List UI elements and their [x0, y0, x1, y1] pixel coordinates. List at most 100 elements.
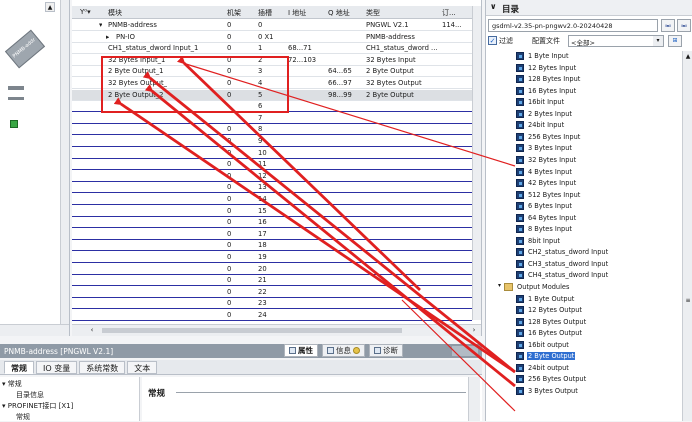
tab-info[interactable]: 信息 [322, 344, 365, 357]
tab-diagnostics[interactable]: 诊断 [369, 344, 403, 357]
col-rack[interactable]: 机架 [227, 8, 241, 18]
catalog-search-input[interactable]: gsdml-v2.35-pn-pngwv2.0-20240428 [488, 19, 658, 32]
profile-select-value: <全部> [571, 39, 595, 47]
table-row[interactable]: 0 10 [72, 148, 472, 159]
table-row[interactable]: 0 12 [72, 171, 472, 182]
scrollbar[interactable] [60, 0, 69, 336]
tree-node-general[interactable]: ▾ 常规 [2, 379, 22, 389]
col-order[interactable]: 订... [442, 8, 456, 18]
tab-properties[interactable]: 属性 [284, 344, 318, 357]
profile-select[interactable]: <全部> ▾ [568, 35, 664, 47]
info-badge-icon [353, 347, 360, 354]
scroll-up-arrow-icon[interactable]: ▲ [45, 2, 55, 12]
table-row[interactable]: 0 23 [72, 298, 472, 310]
filter-settings-icon[interactable]: ⊞ [668, 35, 682, 47]
table-row[interactable]: 0 16 [72, 217, 472, 229]
subtab-texts[interactable]: 文本 [127, 361, 158, 374]
table-row[interactable]: 0 24 [72, 310, 472, 321]
table-row[interactable]: 0 22 [72, 287, 472, 298]
properties-subtabs: 常规 IO 变量 系统常数 文本 [0, 360, 482, 375]
filter-checkbox[interactable]: ✓ [488, 36, 497, 45]
scroll-left-arrow-icon[interactable]: ‹ [88, 326, 96, 335]
table-row[interactable]: PN-IO 0 0 X1 PNMB-address ▸ [72, 32, 472, 43]
rack-module-icon[interactable] [8, 97, 24, 100]
catalog-folder-label: Output Modules [517, 283, 570, 291]
cell-type: 32 Bytes Input [366, 55, 416, 64]
device-image[interactable]: PNMB-addr [4, 29, 46, 69]
catalog-item-label: CH3_status_dword Input [528, 259, 609, 268]
filter-row: ✓ 过滤 配置文件 <全部> ▾ ⊞ [488, 35, 691, 48]
table-row[interactable]: 7 [72, 113, 472, 124]
tree-node-catalog-info[interactable]: 目录信息 [16, 390, 44, 400]
table-row[interactable]: 0 20 [72, 264, 472, 275]
table-row[interactable]: 08 [72, 124, 472, 136]
collapse-icon[interactable]: ▾ [99, 21, 102, 29]
table-row[interactable]: 0 13 [72, 182, 472, 194]
device-view-pane: ▲ PNMB-addr [0, 0, 70, 336]
module-icon [516, 63, 524, 72]
cell-order: 114... [442, 21, 462, 29]
table-row[interactable]: 0 15 [72, 206, 472, 217]
cell-rack: 0 [227, 125, 232, 134]
vertical-scrollbar[interactable] [468, 377, 480, 421]
cell-slot: 14 [258, 195, 267, 203]
cell-rack: 0 [227, 21, 232, 29]
table-row[interactable]: 0 11 [72, 159, 472, 171]
col-module[interactable]: 模块 [108, 8, 122, 18]
vertical-scrollbar[interactable] [472, 6, 481, 320]
table-row[interactable]: 0 14 [72, 194, 472, 205]
status-ok-icon [10, 120, 18, 128]
col-i-address[interactable]: I 地址 [288, 8, 306, 18]
collapse-icon[interactable]: ▾ [498, 282, 501, 289]
catalog-title[interactable]: ∨ 目录 [486, 0, 692, 16]
module-icon [516, 329, 524, 338]
tab-properties-label: 属性 [298, 346, 313, 355]
cell-q-address: 98...99 [328, 90, 352, 99]
table-row[interactable]: 0 17 [72, 229, 472, 240]
cell-rack: 0 [227, 287, 232, 296]
catalog-scrollbar[interactable]: ▲ ≡ [682, 51, 692, 421]
scroll-thumb[interactable] [102, 328, 402, 333]
table-row[interactable]: CH1_status_dword Input_1 0 1 68...71 CH1_sta… [72, 43, 472, 55]
horizontal-scrollbar[interactable] [0, 324, 69, 336]
horizontal-scrollbar[interactable]: ‹ › [72, 324, 481, 336]
catalog-item-label: 24bit Input [528, 121, 565, 130]
table-row[interactable]: 0 19 [72, 252, 472, 263]
cell-rack: 0 [227, 241, 232, 250]
catalog-item-label: 42 Bytes Input [528, 179, 577, 188]
col-type[interactable]: 类型 [366, 8, 380, 18]
table-row[interactable]: 0 21 [72, 275, 472, 287]
tab-info-label: 信息 [336, 346, 351, 355]
table-row[interactable]: 0 18 [72, 240, 472, 252]
filter-icon[interactable]: Y⁰▾ [80, 8, 91, 16]
search-catalog-next-icon[interactable]: ᵢₙᵢ [677, 19, 691, 32]
scroll-up-arrow-icon[interactable]: ▲ [683, 53, 692, 61]
scroll-right-arrow-icon[interactable]: › [470, 326, 478, 335]
subtab-system-constants[interactable]: 系统常数 [79, 361, 126, 374]
tree-node-profinet[interactable]: ▾ PROFINET接口 [X1] [2, 401, 73, 411]
module-icon [516, 179, 524, 188]
module-icon [516, 155, 524, 164]
subtab-general[interactable]: 常规 [4, 361, 34, 374]
col-slot[interactable]: 插槽 [258, 8, 272, 18]
scroll-grip-icon[interactable]: ≡ [684, 298, 692, 304]
cell-slot: 22 [258, 287, 267, 296]
col-q-address[interactable]: Q 地址 [328, 8, 350, 18]
catalog-item-label: 64 Bytes Input [528, 213, 577, 222]
expand-icon[interactable]: ▸ [106, 33, 109, 41]
cell-rack: 0 [227, 44, 232, 53]
search-catalog-icon[interactable]: ᵢₙᵢ [661, 19, 675, 32]
diagnostics-icon [374, 347, 381, 354]
module-icon [516, 190, 524, 199]
chevron-down-icon[interactable]: ∨ [490, 2, 497, 11]
module-icon [516, 121, 524, 130]
chevron-down-icon[interactable]: ▾ [653, 36, 663, 46]
catalog-item-label: 256 Bytes Input [528, 132, 581, 141]
rack-module-icon[interactable] [8, 86, 24, 90]
panel-controls[interactable] [452, 346, 478, 356]
table-row[interactable]: 09 [72, 136, 472, 147]
subtab-io-tags[interactable]: IO 变量 [36, 361, 78, 374]
cell-module: CH1_status_dword Input_1 [108, 44, 199, 53]
table-row[interactable]: PNMB-address 0 0 PNGWL V2.1 114... ▾ [72, 20, 472, 31]
cell-slot: 21 [258, 276, 267, 285]
